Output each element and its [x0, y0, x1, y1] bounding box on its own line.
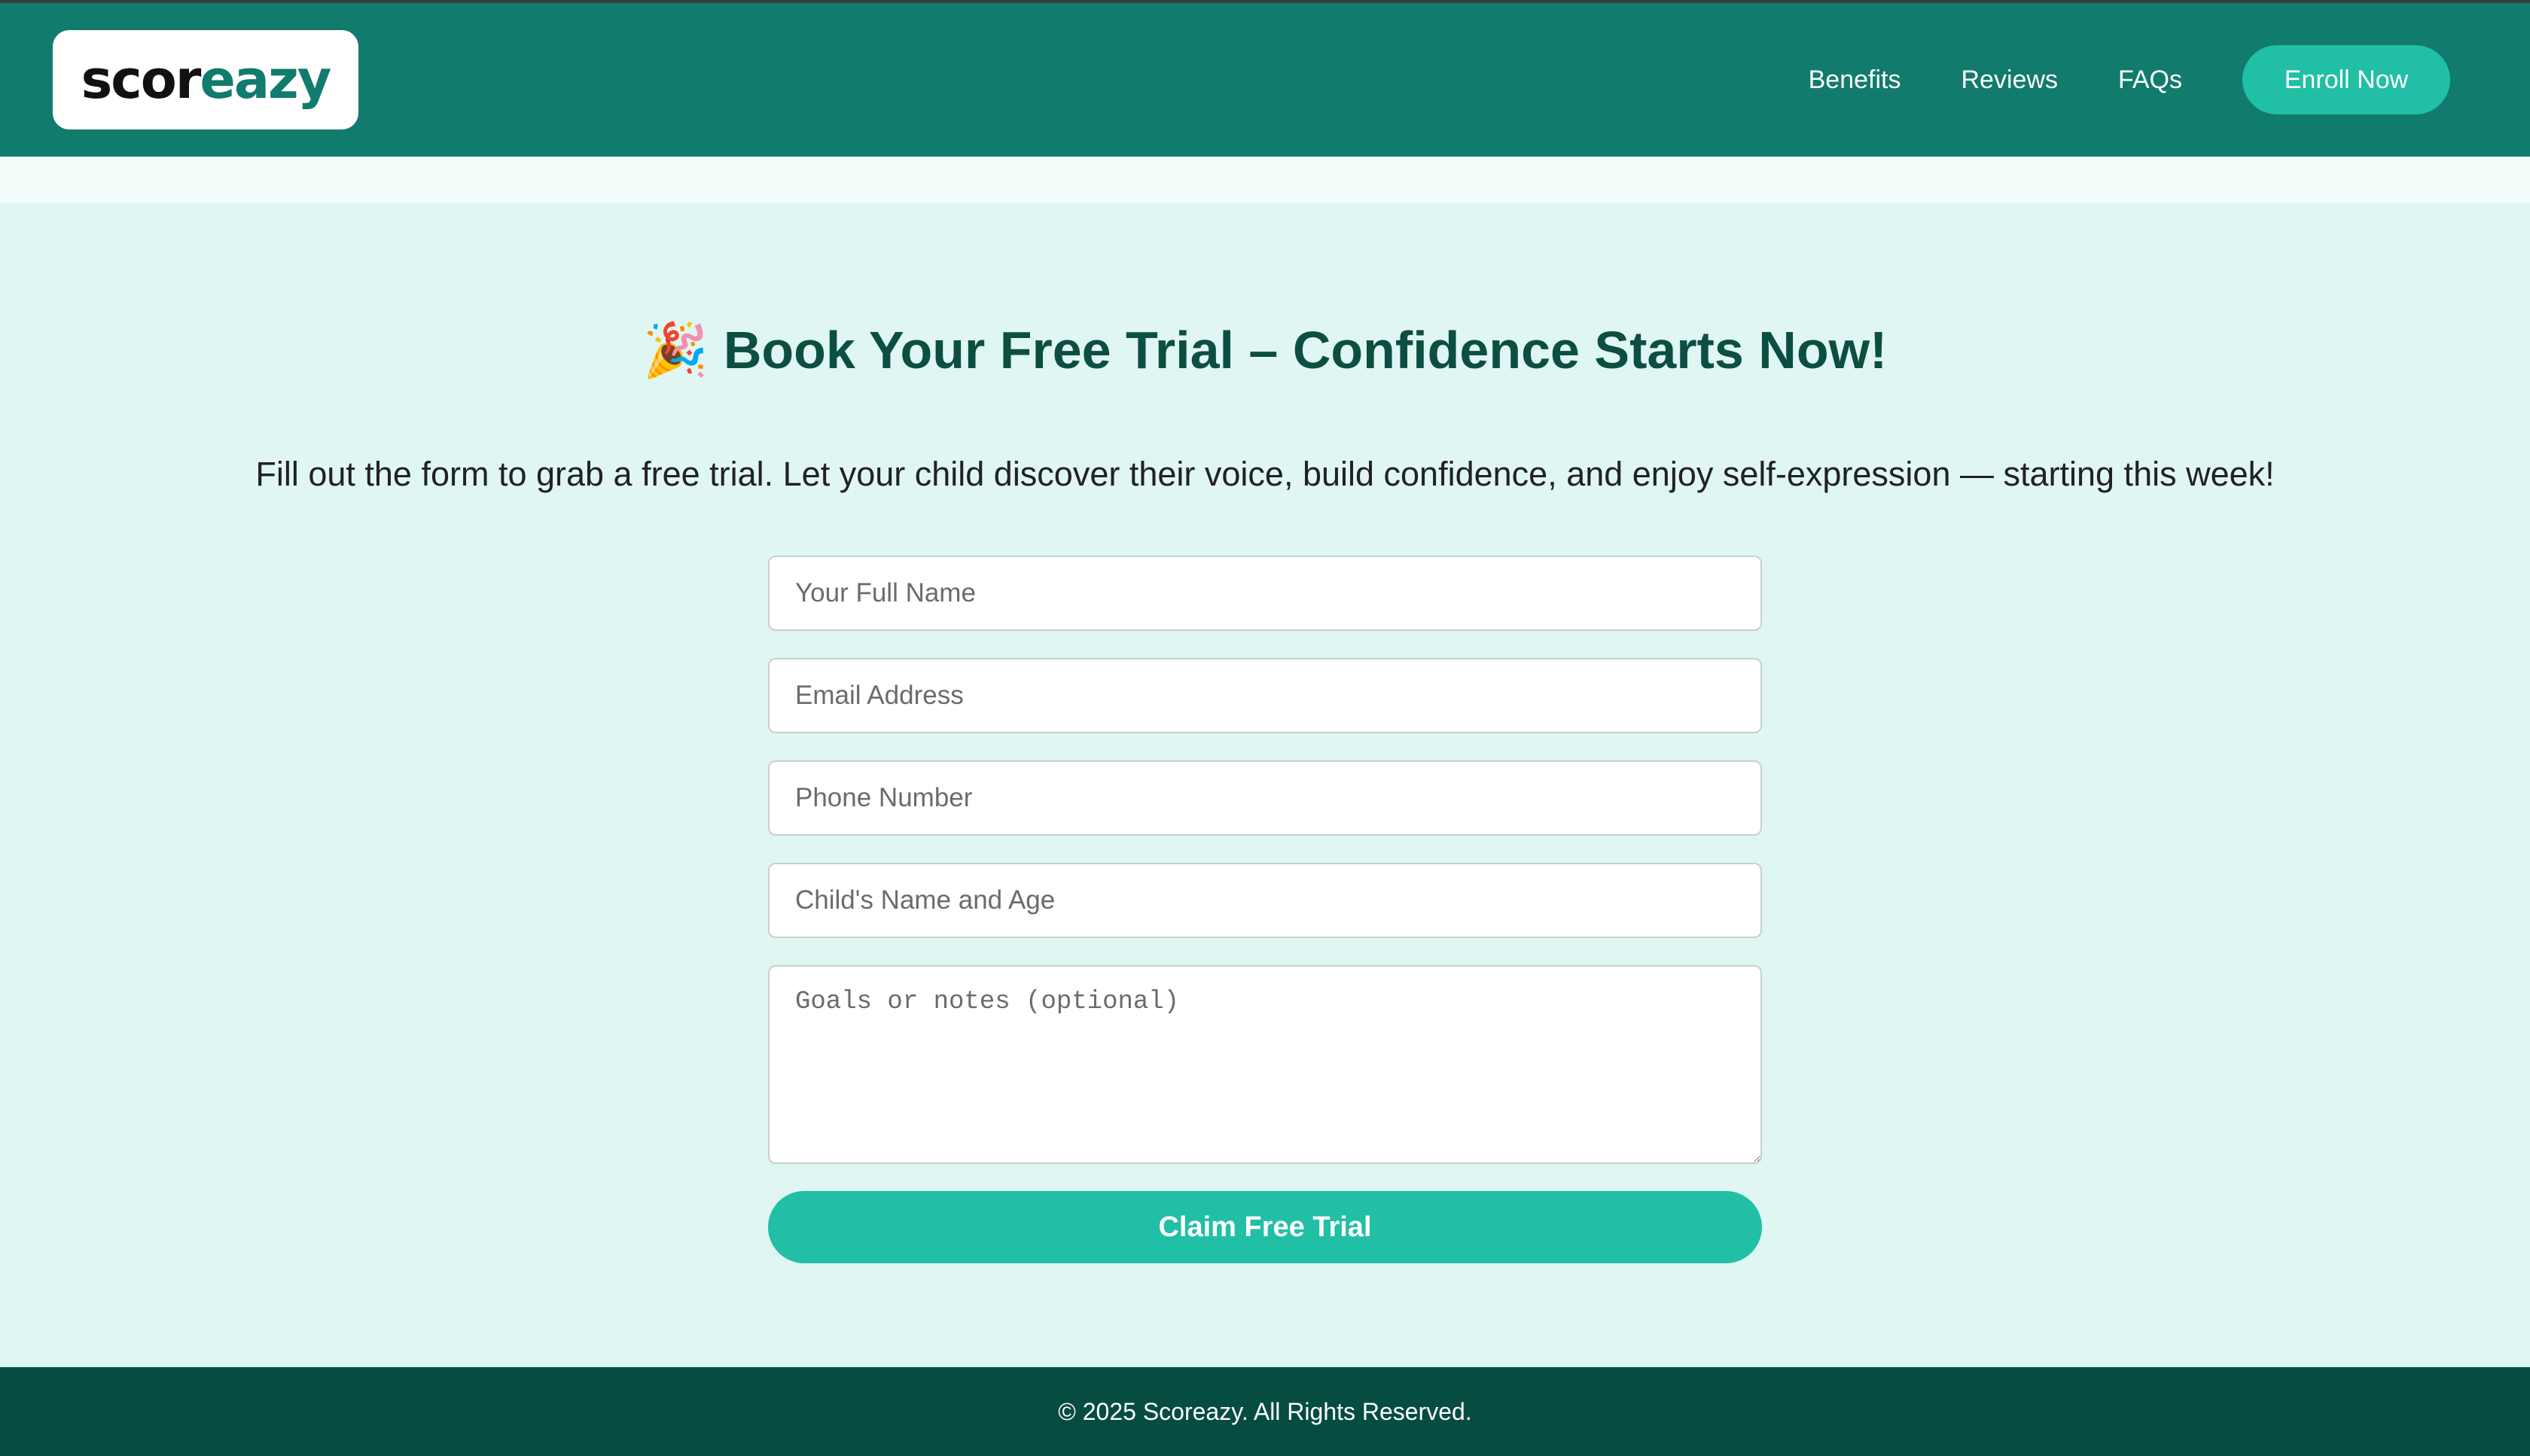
nav-link-faqs[interactable]: FAQs: [2118, 65, 2182, 95]
logo[interactable]: scoreazy: [53, 30, 358, 129]
nav-link-benefits[interactable]: Benefits: [1809, 65, 1901, 95]
nav-link-reviews[interactable]: Reviews: [1961, 65, 2057, 95]
free-trial-form: Claim Free Trial: [768, 556, 1762, 1263]
email-field[interactable]: [768, 658, 1762, 733]
page-subtitle: Fill out the form to grab a free trial. …: [255, 455, 2275, 493]
page-title-text: Book Your Free Trial – Confidence Starts…: [723, 321, 1888, 379]
enroll-now-button[interactable]: Enroll Now: [2242, 45, 2450, 114]
full-name-field[interactable]: [768, 556, 1762, 631]
claim-free-trial-button[interactable]: Claim Free Trial: [768, 1191, 1762, 1263]
party-popper-icon: 🎉: [642, 319, 709, 381]
logo-wordmark: scoreazy: [81, 49, 332, 111]
site-footer: © 2025 Scoreazy. All Rights Reserved.: [0, 1367, 2530, 1456]
notes-textarea[interactable]: [768, 965, 1762, 1164]
child-name-age-field[interactable]: [768, 863, 1762, 938]
page-title: 🎉 Book Your Free Trial – Confidence Start…: [0, 309, 2530, 391]
phone-field[interactable]: [768, 760, 1762, 836]
main-nav: Benefits Reviews FAQs Enroll Now: [1809, 3, 2530, 157]
header-divider-strip: [0, 157, 2530, 203]
copyright-text: © 2025 Scoreazy. All Rights Reserved.: [1058, 1397, 1472, 1425]
